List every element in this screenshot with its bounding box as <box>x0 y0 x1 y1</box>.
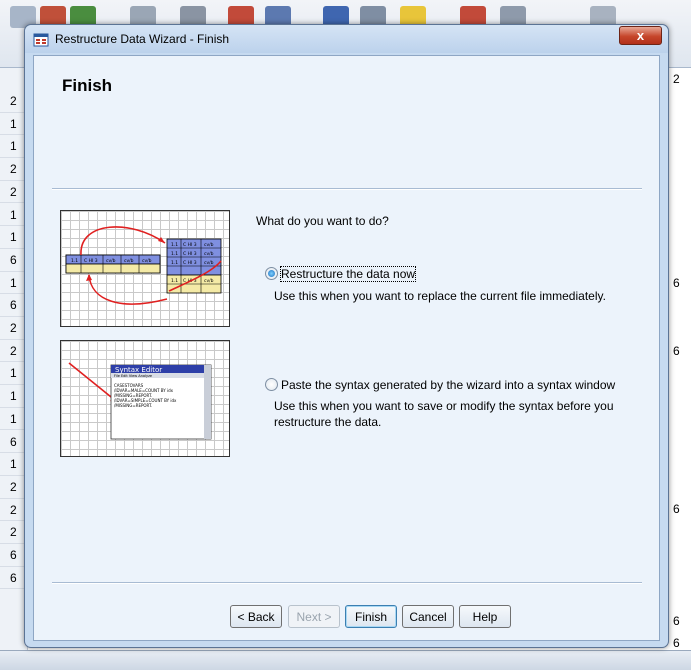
radio-paste-syntax[interactable] <box>265 378 278 392</box>
title-bar[interactable]: Restructure Data Wizard - Finish x <box>25 25 668 53</box>
arrow-head-icon <box>158 237 165 243</box>
wide-cell: cv/b <box>106 258 116 264</box>
syntax-diagram: Syntax Editor File Edit View Analyze CAS… <box>68 362 212 440</box>
paste-arrow <box>68 362 117 402</box>
restructure-arrow <box>80 226 166 256</box>
question-label: What do you want to do? <box>256 214 389 228</box>
header-divider <box>52 188 642 190</box>
option-description: Use this when you want to replace the cu… <box>274 289 606 303</box>
long-cell: 1.1 <box>171 251 178 257</box>
right-column-cell: 6 <box>673 502 680 516</box>
page-title: Finish <box>62 76 113 95</box>
wide-cell: C HI 3 <box>84 258 98 264</box>
restructure-illustration: 1.1 C HI 3 cv/b cv/b cv/b 1.1 C HI 3 cv/… <box>60 210 230 327</box>
option-label[interactable]: Paste the syntax generated by the wizard… <box>281 378 615 392</box>
syntax-editor-menu: File Edit View Analyze <box>114 374 152 378</box>
long-cell: cv/b <box>204 260 214 266</box>
help-button[interactable]: Help <box>459 605 511 628</box>
syntax-editor-title: Syntax Editor <box>115 366 162 374</box>
right-column-cell: 6 <box>673 614 680 628</box>
close-button[interactable]: x <box>619 26 662 45</box>
restructure-diagram: 1.1 C HI 3 cv/b cv/b cv/b 1.1 C HI 3 cv/… <box>65 226 222 305</box>
restructure-wizard-dialog: Restructure Data Wizard - Finish x Finis… <box>24 24 669 648</box>
long-table: 1.1 C HI 3 cv/b 1.1 C HI 3 cv/b 1.1 C HI… <box>166 238 222 294</box>
restructure-arrow <box>88 274 168 305</box>
right-column-cell: 6 <box>673 276 680 290</box>
radio-restructure-now[interactable] <box>265 267 278 281</box>
right-column-cell: 6 <box>673 636 680 650</box>
long-cell: C HI 3 <box>183 242 197 248</box>
long-cell: 1.1 <box>171 278 178 284</box>
close-icon: x <box>636 28 645 43</box>
wide-cell: cv/b <box>124 258 134 264</box>
long-cell: 1.1 <box>171 242 178 248</box>
right-column-header: 2 <box>673 72 680 86</box>
long-cell: C HI 3 <box>183 260 197 266</box>
wizard-content: Finish 1.1 C HI 3 cv/b cv/b cv/b 1.1 C H… <box>33 55 660 641</box>
long-cell: cv/b <box>204 278 214 284</box>
syntax-illustration: Syntax Editor File Edit View Analyze CAS… <box>60 340 230 457</box>
right-column-cell: 6 <box>673 344 680 358</box>
back-button[interactable]: < Back <box>230 605 282 628</box>
syntax-line: /MISSING=REPORT. <box>114 403 152 408</box>
long-cell: C HI 3 <box>183 251 197 257</box>
wizard-app-icon <box>33 33 49 47</box>
wide-table: 1.1 C HI 3 cv/b cv/b cv/b <box>65 254 161 274</box>
option-restructure-now[interactable]: Restructure the data now <box>265 265 417 282</box>
long-cell: 1.1 <box>171 260 178 266</box>
option-paste-syntax[interactable]: Paste the syntax generated by the wizard… <box>265 377 615 392</box>
long-cell: cv/b <box>204 242 214 248</box>
long-cell: cv/b <box>204 251 214 257</box>
finish-button[interactable]: Finish <box>345 605 397 628</box>
wide-cell: 1.1 <box>71 258 78 264</box>
wide-cell: cv/b <box>142 258 152 264</box>
footer-divider <box>52 582 642 584</box>
cancel-button[interactable]: Cancel <box>402 605 454 628</box>
status-bar <box>0 650 691 670</box>
window-title: Restructure Data Wizard - Finish <box>55 32 230 46</box>
arrow-head-icon <box>86 274 92 281</box>
next-button[interactable]: Next > <box>288 605 340 628</box>
option-description: Use this when you want to save or modify… <box>274 399 614 429</box>
option-label[interactable]: Restructure the data now <box>279 265 417 282</box>
